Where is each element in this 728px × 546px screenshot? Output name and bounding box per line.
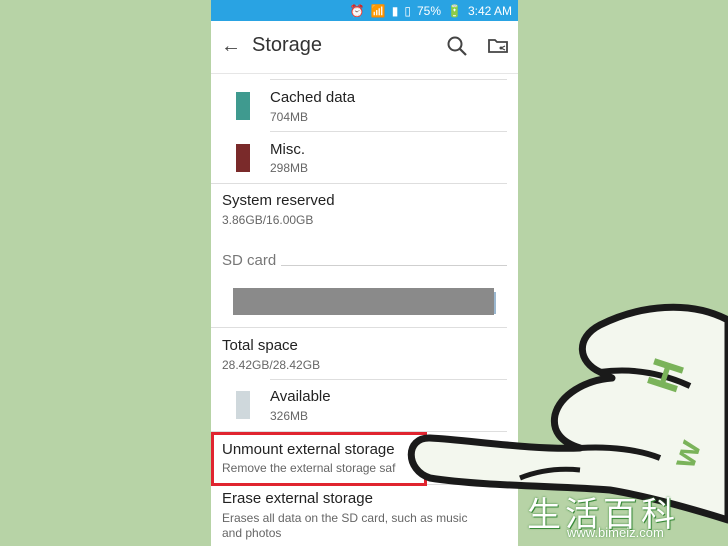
pointing-hand-illustration: H w	[407, 303, 728, 524]
watermark: 生活百科 www.bimeiz.com	[527, 485, 728, 546]
watermark-url: www.bimeiz.com	[567, 525, 664, 540]
